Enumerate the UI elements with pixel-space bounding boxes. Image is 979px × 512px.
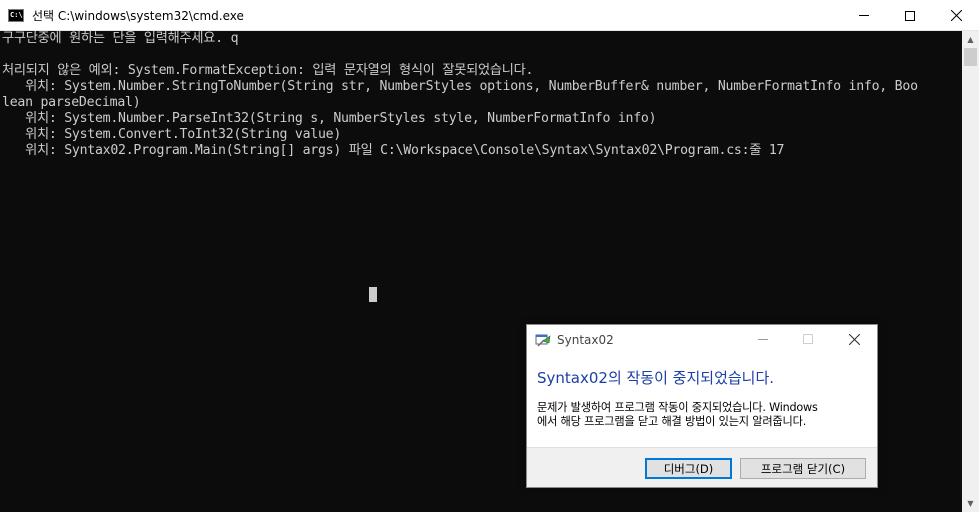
text-cursor [369,287,377,302]
minimize-icon [859,15,869,16]
dialog-maximize-icon [803,334,813,344]
scroll-down-arrow-icon[interactable]: ▼ [962,495,979,512]
cmd-console-icon: C:\. [8,9,27,22]
vertical-scrollbar[interactable]: ▲ ▼ [962,31,979,512]
error-dialog: Syntax02 Syntax02의 작동이 중지되었습니다. 문제가 발생하여… [526,324,878,488]
console-line-exception: 처리되지 않은 예외: System.FormatException: 입력 문… [2,63,534,78]
console-line-stack-1: 위치: System.Number.StringToNumber(String … [2,79,918,94]
scroll-up-arrow-icon[interactable]: ▲ [962,31,979,48]
debug-button[interactable]: 디버그(D) [645,458,732,479]
close-icon [848,333,860,345]
console-line-stack-1-wrap: lean parseDecimal) [2,95,141,110]
maximize-icon [905,10,915,21]
dialog-minimize-icon [758,339,768,340]
console-title-bar: C:\. 선택 C:\windows\system32\cmd.exe [0,0,979,31]
close-icon [950,10,962,21]
maximize-button[interactable] [887,0,933,31]
dialog-message-line-1: 문제가 발생하여 프로그램 작동이 중지되었습니다. Windows [537,401,818,414]
dialog-heading: Syntax02의 작동이 중지되었습니다. [537,369,775,387]
dialog-footer: 디버그(D) 프로그램 닫기(C) [527,447,877,487]
dialog-message: 문제가 발생하여 프로그램 작동이 중지되었습니다. Windows 에서 해당… [537,401,872,429]
dialog-message-line-2: 에서 해당 프로그램을 닫고 해결 방법이 있는지 알려줍니다. [537,415,807,428]
minimize-button[interactable] [841,0,887,31]
application-icon [535,334,551,347]
console-line-stack-4: 위치: Syntax02.Program.Main(String[] args)… [2,143,785,158]
console-line-stack-2: 위치: System.Number.ParseInt32(String s, N… [2,111,657,126]
close-program-button[interactable]: 프로그램 닫기(C) [740,458,866,479]
console-line-prompt: 구구단중에 원하는 단을 입력해주세요. q [2,31,239,46]
close-button[interactable] [933,0,979,31]
console-line-stack-3: 위치: System.Convert.ToInt32(String value) [2,127,342,142]
cmd-icon-text: C:\. [10,11,27,19]
dialog-close-button[interactable] [843,328,865,350]
dialog-title-bar: Syntax02 [527,325,877,355]
window-title: 선택 C:\windows\system32\cmd.exe [32,9,244,23]
dialog-title: Syntax02 [557,333,614,347]
scroll-thumb[interactable] [964,48,977,66]
